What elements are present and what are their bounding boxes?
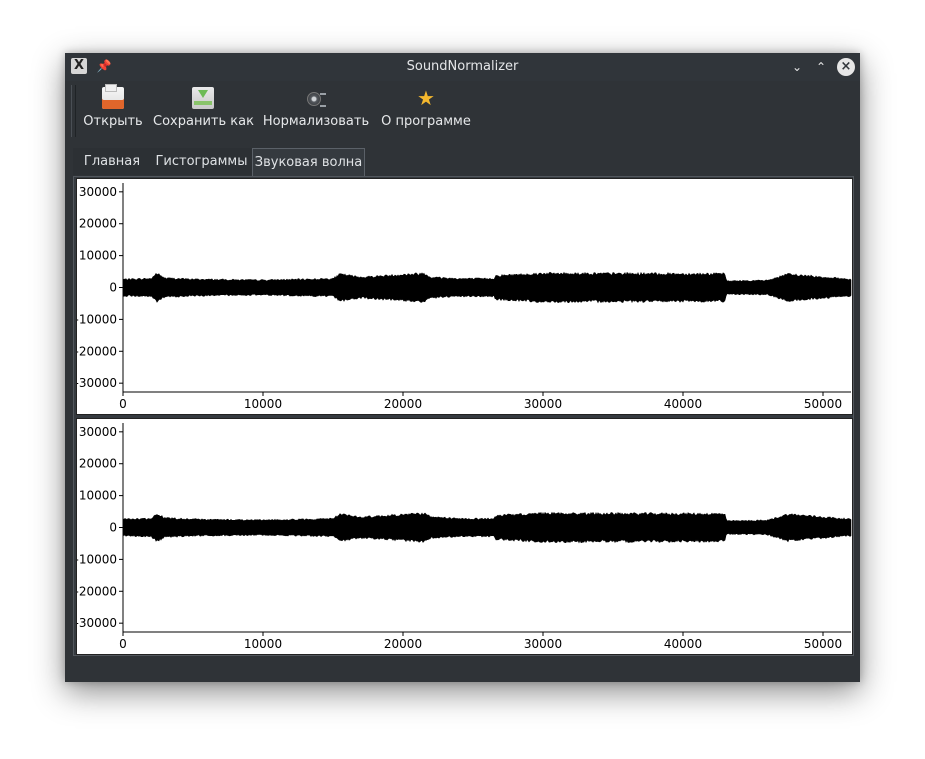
tab-histograms[interactable]: Гистограммы	[151, 148, 252, 175]
y-tick-label: -10000	[77, 552, 117, 566]
y-tick-label: -20000	[77, 584, 117, 598]
save-icon	[192, 87, 214, 109]
x-tick-label: 40000	[664, 637, 702, 651]
x-tick-label: 0	[119, 397, 127, 411]
maximize-button[interactable]: ⌃	[812, 58, 830, 76]
y-tick-label: -20000	[77, 344, 117, 358]
title-bar[interactable]: X 📌 SoundNormalizer ⌄ ⌃ ×	[65, 53, 860, 81]
x-tick-label: 0	[119, 637, 127, 651]
window-title: SoundNormalizer	[406, 59, 519, 74]
normalize-button[interactable]: Нормализовать	[261, 87, 371, 137]
normalize-label: Нормализовать	[262, 114, 370, 129]
x-tick-label: 10000	[244, 397, 282, 411]
about-button[interactable]: ★ О программе	[378, 87, 474, 137]
waveform-plot-left[interactable]: 30000 20000 10000 0 -10000 -20000 -30000 0 10000…	[76, 178, 853, 415]
tab-waveform[interactable]: Звуковая волна	[252, 148, 365, 176]
y-tick-label: 20000	[79, 217, 117, 231]
tab-main[interactable]: Главная	[73, 148, 151, 175]
y-tick-label: 10000	[79, 489, 117, 503]
save-as-button[interactable]: Сохранить как	[153, 87, 254, 137]
x-tick-label: 30000	[524, 637, 562, 651]
y-tick-label: 30000	[79, 185, 117, 199]
star-icon: ★	[417, 86, 435, 110]
x-tick-label: 20000	[384, 637, 422, 651]
y-tick-label: 0	[109, 280, 117, 294]
waveform-plot-right[interactable]: 30000 20000 10000 0 -10000 -20000 -30000 0 10000…	[76, 418, 853, 655]
minimize-button[interactable]: ⌄	[788, 58, 806, 76]
close-button[interactable]: ×	[837, 58, 855, 76]
open-label: Открыть	[83, 114, 143, 129]
x-tick-label: 50000	[804, 397, 842, 411]
y-tick-label: 30000	[79, 425, 117, 439]
x-tick-label: 20000	[384, 397, 422, 411]
open-button[interactable]: Открыть	[80, 84, 146, 137]
waveform-series	[122, 511, 852, 544]
y-tick-label: 10000	[79, 249, 117, 263]
folder-open-icon	[102, 84, 124, 109]
x-tick-label: 50000	[804, 637, 842, 651]
status-bar	[65, 657, 860, 682]
waveform-series	[122, 271, 852, 304]
y-tick-label: -30000	[77, 616, 117, 630]
x-tick-label: 10000	[244, 637, 282, 651]
save-as-label: Сохранить как	[153, 114, 254, 129]
y-tick-label: -30000	[77, 376, 117, 390]
y-tick-label: 0	[109, 520, 117, 534]
app-window: X 📌 SoundNormalizer ⌄ ⌃ × Открыть Сохран…	[65, 53, 860, 682]
speaker-icon	[305, 87, 327, 109]
x-tick-label: 30000	[524, 397, 562, 411]
waveform-chart-2: 3000020000100000-10000-20000-300000 10000…	[77, 423, 852, 651]
waveform-chart-1: 3000020000100000-10000-20000-300000 10000…	[77, 183, 852, 411]
y-tick-label: 20000	[79, 457, 117, 471]
tab-content: 30000 20000 10000 0 -10000 -20000 -30000 0 10000…	[73, 176, 854, 656]
toolbar-handle[interactable]	[71, 85, 76, 137]
x-tick-label: 40000	[664, 397, 702, 411]
y-tick-label: -10000	[77, 312, 117, 326]
about-label: О программе	[381, 114, 471, 129]
toolbar: Открыть Сохранить как Нормализовать ★ О …	[65, 81, 860, 139]
